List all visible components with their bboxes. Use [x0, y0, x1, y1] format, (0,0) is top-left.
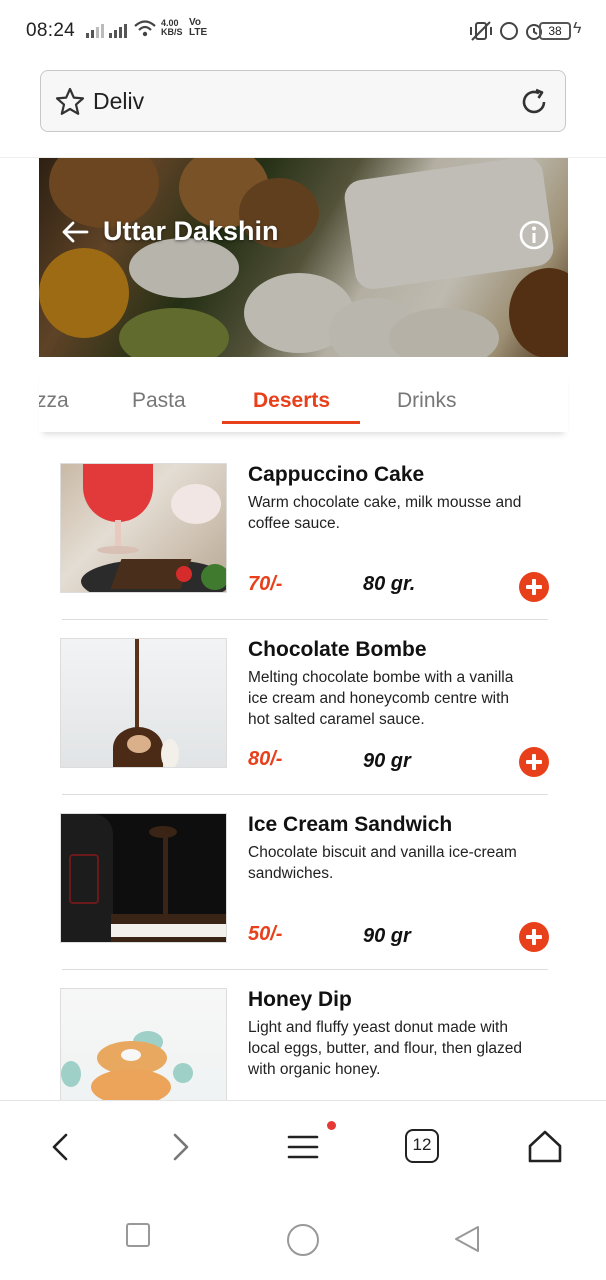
item-price: 70/-: [248, 573, 283, 595]
category-tabs: zza Pasta Deserts Drinks: [39, 370, 568, 432]
tabs-icon[interactable]: 12: [405, 1129, 439, 1163]
restaurant-name: Uttar Dakshin: [103, 216, 279, 246]
menu-list: Cappuccino Cake Warm chocolate cake, mil…: [0, 445, 606, 1100]
add-icon[interactable]: [519, 572, 549, 602]
speed-unit: KB/S: [161, 27, 183, 37]
info-icon[interactable]: [518, 219, 550, 251]
reload-icon[interactable]: [519, 87, 549, 117]
add-icon[interactable]: [519, 747, 549, 777]
battery-indicator: 38: [539, 22, 571, 40]
tab-deserts[interactable]: Deserts: [253, 389, 330, 413]
list-item[interactable]: Ice Cream Sandwich Chocolate biscuit and…: [60, 795, 550, 970]
item-weight: 80 gr.: [363, 573, 416, 595]
chevron-right-icon[interactable]: [161, 1127, 201, 1167]
tab-pizza[interactable]: zza: [39, 389, 69, 413]
triangle-back-icon[interactable]: [452, 1224, 482, 1254]
data-saver-icon: [500, 22, 518, 40]
browser-toolbar: Deliv: [0, 62, 606, 158]
notification-dot: [327, 1121, 336, 1130]
chevron-left-icon[interactable]: [40, 1127, 80, 1167]
restaurant-hero-image: Uttar Dakshin: [39, 158, 568, 357]
item-price: 50/-: [248, 923, 283, 945]
recents-icon[interactable]: [126, 1223, 150, 1247]
item-image: [60, 988, 227, 1100]
item-image: [60, 463, 227, 593]
item-name: Chocolate Bombe: [248, 638, 427, 661]
item-image: [60, 638, 227, 768]
status-bar: 08:24 4.00 KB/S Vo LTE 38 ϟ: [0, 0, 606, 62]
address-bar[interactable]: Deliv: [40, 70, 566, 132]
active-tab-indicator: [222, 421, 360, 424]
item-image: [60, 813, 227, 943]
item-name: Honey Dip: [248, 988, 352, 1011]
tab-pasta[interactable]: Pasta: [132, 389, 186, 413]
list-item[interactable]: Honey Dip Light and fluffy yeast donut m…: [60, 970, 550, 1100]
circle-home-icon[interactable]: [287, 1224, 319, 1256]
item-name: Ice Cream Sandwich: [248, 813, 453, 836]
add-icon[interactable]: [519, 922, 549, 952]
tab-count: 12: [412, 1135, 432, 1154]
wifi-icon: [134, 20, 156, 37]
status-time: 08:24: [26, 20, 76, 41]
address-text[interactable]: Deliv: [93, 88, 144, 115]
home-icon[interactable]: [525, 1127, 565, 1167]
charging-icon: ϟ: [573, 20, 582, 37]
item-description: Melting chocolate bombe with a vanilla i…: [248, 669, 514, 728]
item-weight: 90 gr: [363, 925, 411, 947]
network-type: Vo LTE: [189, 18, 207, 38]
android-nav-bar: [0, 1192, 606, 1280]
item-description: Light and fluffy yeast donut made with l…: [248, 1019, 523, 1078]
back-arrow-icon[interactable]: [59, 216, 91, 248]
menu-icon[interactable]: [283, 1127, 323, 1167]
list-item[interactable]: Chocolate Bombe Melting chocolate bombe …: [60, 620, 550, 795]
item-price: 80/-: [248, 748, 283, 770]
item-description: Chocolate biscuit and vanilla ice-cream …: [248, 844, 517, 882]
network-bottom: LTE: [189, 27, 208, 38]
browser-bottom-nav: 12: [0, 1100, 606, 1192]
signal-icon: [86, 24, 104, 38]
list-item[interactable]: Cappuccino Cake Warm chocolate cake, mil…: [60, 445, 550, 620]
signal-icon-2: [109, 24, 127, 38]
star-icon[interactable]: [54, 86, 86, 118]
item-weight: 90 gr: [363, 750, 411, 772]
item-description: Warm chocolate cake, milk mousse and cof…: [248, 494, 522, 532]
vibrate-mute-icon: [470, 21, 492, 41]
network-speed: 4.00 KB/S: [161, 19, 183, 37]
status-icons: [468, 20, 544, 42]
item-name: Cappuccino Cake: [248, 463, 425, 486]
tab-drinks[interactable]: Drinks: [397, 389, 457, 413]
